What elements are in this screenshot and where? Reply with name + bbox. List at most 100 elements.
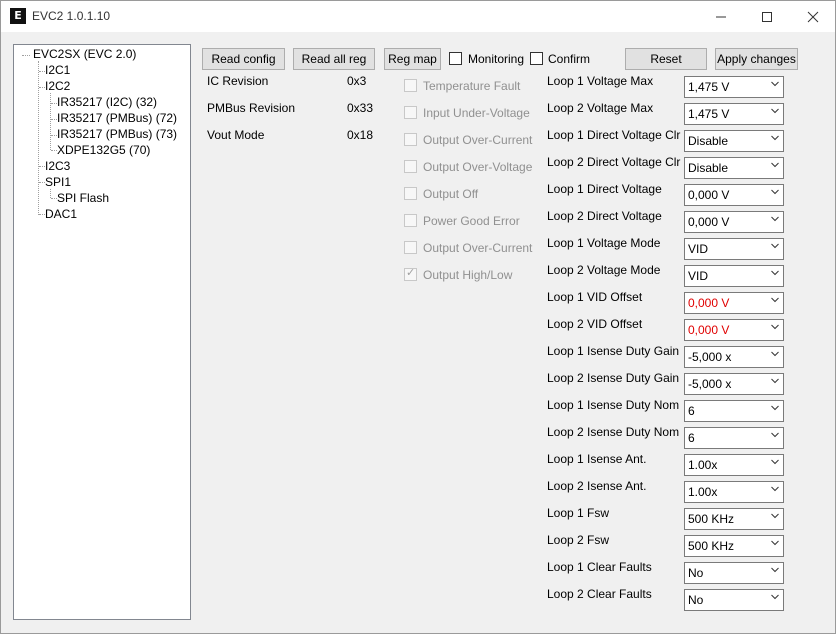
loop1-vid-offset-select[interactable]: 0,000 V — [684, 292, 784, 314]
checkmark-icon: ✓ — [406, 266, 416, 279]
tree-node-ir35217-pmbus-72[interactable]: IR35217 (PMBus) (72) — [57, 111, 177, 125]
confirm-checkbox[interactable] — [530, 52, 543, 65]
tree-node-i2c3[interactable]: I2C3 — [45, 159, 70, 173]
tree-node-dac1[interactable]: DAC1 — [45, 207, 77, 221]
select-value: 1.00x — [688, 485, 718, 499]
select-value: 500 KHz — [688, 539, 735, 553]
param-label-loop2-clear-faults: Loop 2 Clear Faults — [547, 587, 652, 601]
apply-changes-button[interactable]: Apply changes — [715, 48, 798, 70]
loop2-isense-ant-select[interactable]: 1.00x — [684, 481, 784, 503]
select-value: 1,475 V — [688, 107, 730, 121]
output-over-current-checkbox — [404, 133, 417, 146]
read-all-reg-button[interactable]: Read all reg — [293, 48, 375, 70]
temperature-fault-label: Temperature Fault — [423, 79, 521, 93]
chevron-down-icon — [771, 135, 779, 141]
param-label-loop2-voltage-mode: Loop 2 Voltage Mode — [547, 263, 661, 277]
loop1-fsw-select[interactable]: 500 KHz — [684, 508, 784, 530]
select-value: 0,000 V — [688, 188, 730, 202]
select-value: No — [688, 593, 704, 607]
tree-node-spi-flash[interactable]: SPI Flash — [57, 191, 109, 205]
maximize-button[interactable] — [744, 1, 790, 32]
param-label-loop1-isense-ant: Loop 1 Isense Ant. — [547, 452, 647, 466]
loop1-clear-faults-select[interactable]: No — [684, 562, 784, 584]
vout-mode-value: 0x18 — [347, 128, 374, 142]
ic-revision-label: IC Revision — [207, 74, 269, 88]
reg-map-button[interactable]: Reg map — [384, 48, 441, 70]
select-value: -5,000 x — [688, 377, 732, 391]
param-label-loop2-voltage-max: Loop 2 Voltage Max — [547, 101, 654, 115]
param-label-loop1-clear-faults: Loop 1 Clear Faults — [547, 560, 652, 574]
app-logo-icon: E — [10, 8, 26, 24]
loop2-direct-voltage-select[interactable]: 0,000 V — [684, 211, 784, 233]
output-off-checkbox — [404, 187, 417, 200]
chevron-down-icon — [771, 108, 779, 114]
loop1-direct-voltage-clr-select[interactable]: Disable — [684, 130, 784, 152]
select-value: Disable — [688, 161, 729, 175]
maximize-icon — [762, 11, 772, 22]
chevron-down-icon — [771, 351, 779, 357]
monitoring-checkbox[interactable] — [449, 52, 462, 65]
monitoring-label[interactable]: Monitoring — [468, 52, 524, 66]
output-over-current-2-label: Output Over-Current — [423, 241, 533, 255]
confirm-label[interactable]: Confirm — [548, 52, 590, 66]
select-value: 500 KHz — [688, 512, 735, 526]
tree-node-xdpe132g5-70[interactable]: XDPE132G5 (70) — [57, 143, 150, 157]
minimize-button[interactable] — [698, 1, 744, 32]
loop2-direct-voltage-clr-select[interactable]: Disable — [684, 157, 784, 179]
output-off-label: Output Off — [423, 187, 479, 201]
loop1-voltage-max-select[interactable]: 1,475 V — [684, 76, 784, 98]
tree-node-i2c1[interactable]: I2C1 — [45, 63, 70, 77]
chevron-down-icon — [771, 81, 779, 87]
param-label-loop1-isense-duty-gain: Loop 1 Isense Duty Gain — [547, 344, 680, 358]
loop1-isense-duty-gain-select[interactable]: -5,000 x — [684, 346, 784, 368]
loop2-fsw-select[interactable]: 500 KHz — [684, 535, 784, 557]
param-label-loop1-direct-voltage-clr: Loop 1 Direct Voltage Clr — [547, 128, 681, 142]
param-label-loop2-fsw: Loop 2 Fsw — [547, 533, 610, 547]
loop2-clear-faults-select[interactable]: No — [684, 589, 784, 611]
output-over-current-label: Output Over-Current — [423, 133, 533, 147]
output-high-low-checkbox: ✓ — [404, 266, 417, 281]
loop2-isense-duty-gain-select[interactable]: -5,000 x — [684, 373, 784, 395]
loop1-direct-voltage-select[interactable]: 0,000 V — [684, 184, 784, 206]
tree-node-root[interactable]: EVC2SX (EVC 2.0) — [33, 47, 136, 61]
main-window: E EVC2 1.0.1.10 EVC2SX (EVC 2.0) I2C1 I2… — [0, 0, 836, 634]
param-label-loop2-isense-duty-nom: Loop 2 Isense Duty Nom — [547, 425, 680, 439]
select-value: 6 — [688, 431, 695, 445]
loop2-vid-offset-select[interactable]: 0,000 V — [684, 319, 784, 341]
select-value: 1,475 V — [688, 80, 730, 94]
param-label-loop2-vid-offset: Loop 2 VID Offset — [547, 317, 643, 331]
tree-node-spi1[interactable]: SPI1 — [45, 175, 71, 189]
vout-mode-label: Vout Mode — [207, 128, 265, 142]
param-label-loop1-fsw: Loop 1 Fsw — [547, 506, 610, 520]
tree-node-ir35217-pmbus-73[interactable]: IR35217 (PMBus) (73) — [57, 127, 177, 141]
output-over-voltage-label: Output Over-Voltage — [423, 160, 533, 174]
reset-button[interactable]: Reset — [625, 48, 707, 70]
input-under-voltage-label: Input Under-Voltage — [423, 106, 530, 120]
select-value: 0,000 V — [688, 215, 730, 229]
tree-node-i2c2[interactable]: I2C2 — [45, 79, 70, 93]
output-high-low-label: Output High/Low — [423, 268, 513, 282]
chevron-down-icon — [771, 270, 779, 276]
loop1-isense-duty-nom-select[interactable]: 6 — [684, 400, 784, 422]
loop2-voltage-max-select[interactable]: 1,475 V — [684, 103, 784, 125]
ic-revision-value: 0x3 — [347, 74, 367, 88]
power-good-error-label: Power Good Error — [423, 214, 520, 228]
select-value: 1.00x — [688, 458, 718, 472]
loop2-isense-duty-nom-select[interactable]: 6 — [684, 427, 784, 449]
select-value: VID — [688, 269, 709, 283]
chevron-down-icon — [771, 513, 779, 519]
select-value: VID — [688, 242, 709, 256]
param-label-loop1-voltage-mode: Loop 1 Voltage Mode — [547, 236, 661, 250]
param-label-loop2-direct-voltage-clr: Loop 2 Direct Voltage Clr — [547, 155, 681, 169]
close-button[interactable] — [790, 1, 836, 32]
tree-node-ir35217-i2c-32[interactable]: IR35217 (I2C) (32) — [57, 95, 157, 109]
device-tree[interactable]: EVC2SX (EVC 2.0) I2C1 I2C2 IR35217 (I2C)… — [13, 44, 191, 620]
chevron-down-icon — [771, 405, 779, 411]
loop2-voltage-mode-select[interactable]: VID — [684, 265, 784, 287]
power-good-error-checkbox — [404, 214, 417, 227]
loop1-isense-ant-select[interactable]: 1.00x — [684, 454, 784, 476]
loop1-voltage-mode-select[interactable]: VID — [684, 238, 784, 260]
read-config-button[interactable]: Read config — [202, 48, 285, 70]
chevron-down-icon — [771, 216, 779, 222]
select-value: 6 — [688, 404, 695, 418]
